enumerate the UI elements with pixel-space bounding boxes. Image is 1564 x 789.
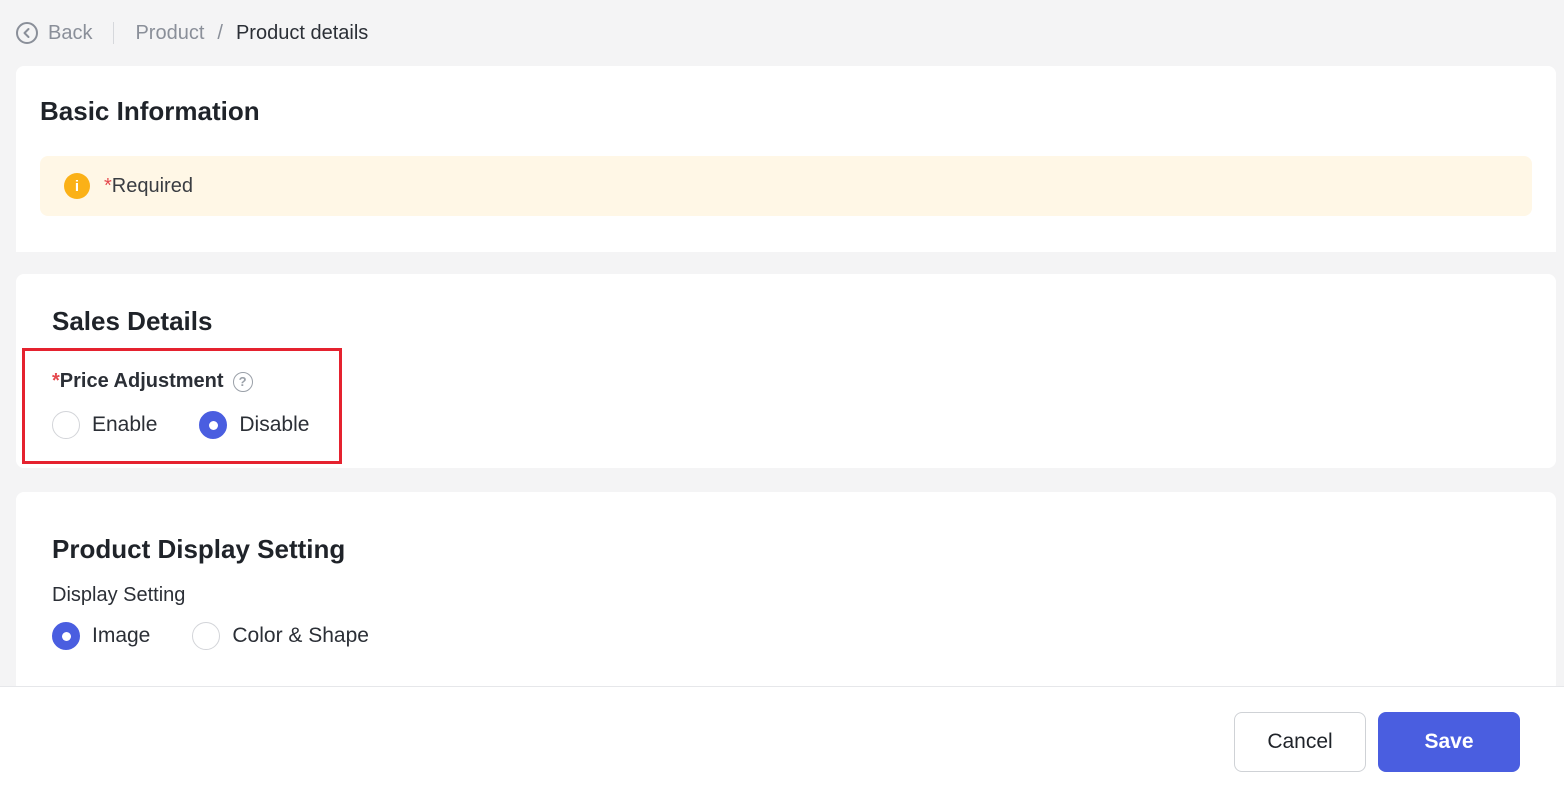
required-notice-text: Required — [111, 174, 193, 197]
enable-radio[interactable] — [52, 411, 80, 439]
basic-information-title: Basic Information — [40, 96, 260, 126]
breadcrumb: Product / Product details — [135, 22, 368, 45]
disable-label: Disable — [239, 413, 310, 436]
color-shape-radio[interactable] — [192, 622, 221, 650]
price-adjustment-disable-option[interactable]: Disable — [199, 411, 309, 439]
price-adjustment-radio-group: Enable Disable — [52, 411, 309, 439]
sales-details-title: Sales Details — [52, 306, 213, 336]
color-shape-label: Color & Shape — [232, 624, 369, 647]
basic-information-card: Basic Information i * Required — [16, 66, 1556, 252]
breadcrumb-product-link[interactable]: Product — [135, 22, 204, 45]
display-setting-label: Display Setting — [52, 584, 186, 606]
back-button[interactable]: Back — [16, 22, 92, 45]
question-circle-icon[interactable]: ? — [232, 371, 253, 392]
image-radio[interactable] — [52, 622, 80, 650]
price-adjustment-label: * Price Adjustment ? — [52, 370, 253, 393]
info-icon: i — [64, 173, 90, 199]
sales-details-card: Sales Details * Price Adjustment ? Enabl… — [16, 274, 1556, 468]
save-button[interactable]: Save — [1378, 712, 1520, 772]
breadcrumb-current: Product details — [235, 21, 369, 44]
product-display-setting-title: Product Display Setting — [52, 534, 346, 564]
display-setting-radio-group: Image Color & Shape — [52, 622, 369, 650]
top-bar: Back Product / Product details — [0, 0, 1564, 66]
cancel-button[interactable]: Cancel — [1234, 712, 1366, 772]
action-footer: Cancel Save — [0, 686, 1564, 789]
price-adjustment-label-text: Price Adjustment — [59, 370, 224, 392]
image-label: Image — [92, 624, 151, 647]
display-image-option[interactable]: Image — [52, 622, 150, 650]
highlight-box — [22, 348, 342, 464]
enable-label: Enable — [92, 413, 158, 436]
divider — [113, 22, 115, 44]
disable-radio[interactable] — [199, 411, 228, 439]
product-display-setting-card: Product Display Setting Display Setting … — [16, 492, 1556, 692]
back-arrow-circle-icon — [16, 22, 38, 44]
required-star: * — [52, 370, 60, 392]
back-label: Back — [48, 21, 93, 44]
breadcrumb-separator: / — [217, 21, 223, 44]
display-color-shape-option[interactable]: Color & Shape — [192, 622, 369, 650]
price-adjustment-enable-option[interactable]: Enable — [52, 411, 157, 439]
required-notice: i * Required — [40, 156, 1532, 216]
required-star: * — [104, 174, 112, 197]
